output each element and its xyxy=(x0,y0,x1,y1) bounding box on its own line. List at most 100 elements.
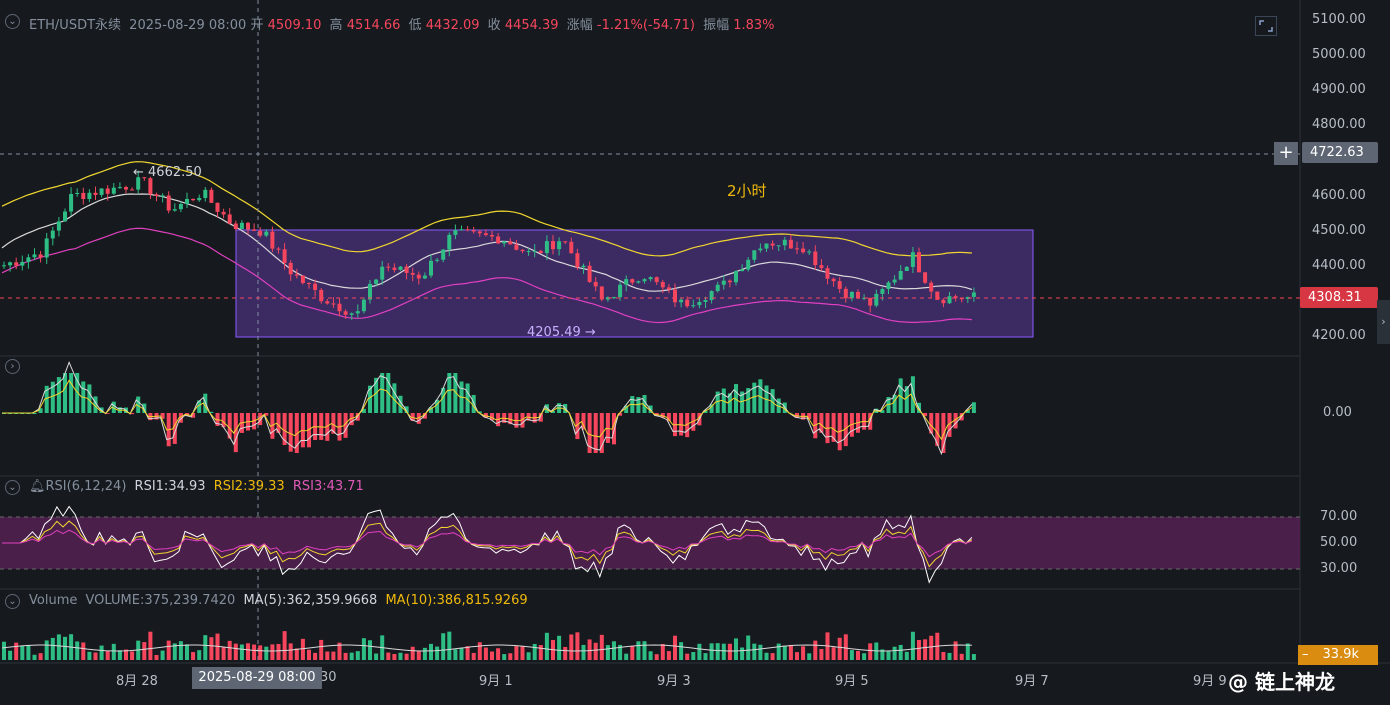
volume-bar xyxy=(355,651,360,660)
volume-bar xyxy=(654,654,659,660)
macd-bar xyxy=(831,413,836,442)
candle-body xyxy=(874,293,879,306)
candle-body xyxy=(551,241,555,250)
volume-legend: Volume VOLUME:375,239.7420 MA(5):362,359… xyxy=(29,593,528,608)
volume-bar xyxy=(422,647,427,660)
volume-bar xyxy=(63,636,67,660)
candle-body xyxy=(782,239,787,246)
volume-bar xyxy=(142,642,147,660)
candle-body xyxy=(154,194,159,197)
volume-bar xyxy=(313,652,318,660)
volume-bar xyxy=(532,643,537,660)
volume-bar xyxy=(752,643,757,660)
candle-body xyxy=(770,243,775,246)
price-tick: 4200.00 xyxy=(1312,328,1366,343)
plus-icon[interactable]: + xyxy=(1274,142,1298,165)
volume-bar xyxy=(343,652,348,660)
candle-body xyxy=(624,279,629,285)
volume-bar xyxy=(105,650,110,660)
volume-bar xyxy=(117,650,122,660)
volume-bar xyxy=(599,634,604,660)
candle-body xyxy=(679,299,684,303)
candle-body xyxy=(26,257,31,262)
change-label: 涨幅 xyxy=(566,18,593,33)
candle-body xyxy=(288,262,293,275)
candle-body xyxy=(404,266,409,273)
candle-body xyxy=(191,198,196,201)
volume-bar xyxy=(831,647,836,660)
chevron-down-icon[interactable]: ⌄ xyxy=(5,594,20,609)
candle-body xyxy=(172,209,177,211)
candle-body xyxy=(160,195,165,197)
volume-bar xyxy=(624,653,629,660)
volume-bar xyxy=(477,642,482,660)
candle-body xyxy=(87,192,92,200)
chevron-down-icon[interactable]: ⌄ xyxy=(5,14,20,29)
candle-body xyxy=(941,299,946,304)
macd-bar xyxy=(593,413,598,453)
fullscreen-icon[interactable] xyxy=(1255,16,1277,36)
volume-bar xyxy=(252,644,257,660)
volume-bar xyxy=(178,641,183,660)
chevron-right-icon[interactable]: › xyxy=(5,359,20,374)
time-tick: 9月 1 xyxy=(479,674,513,689)
volume-bar xyxy=(410,646,415,660)
bell-icon[interactable]: 🔔︎ xyxy=(29,479,46,494)
candle-body xyxy=(740,269,745,272)
volume-bar xyxy=(636,641,641,660)
high-marker: ← 4662.50 xyxy=(133,165,202,180)
volume-bar xyxy=(843,634,848,660)
volume-bar xyxy=(886,651,891,660)
macd-bar xyxy=(69,373,74,413)
volume-bar xyxy=(685,653,690,660)
volume-bar xyxy=(898,644,903,660)
volume-bar xyxy=(32,654,37,660)
rsi-legend: 🔔︎RSI(6,12,24) RSI1:34.93 RSI2:39.33 RSI… xyxy=(29,479,364,494)
close-label: 收 xyxy=(487,18,501,33)
chart-window[interactable]: ⌄ ETH/USDT永续 2025-08-29 08:00 开 4509.10 … xyxy=(0,0,1390,705)
crosshair-price-tag: 4722.63 xyxy=(1302,142,1378,163)
volume-bar xyxy=(221,647,226,660)
candle-body xyxy=(544,241,549,254)
volume-bar xyxy=(270,644,275,660)
candle-body xyxy=(709,291,714,301)
candle-body xyxy=(795,248,799,250)
chevron-right-icon[interactable]: › xyxy=(1377,300,1390,344)
volume-bar xyxy=(862,653,867,660)
candle-body xyxy=(648,277,653,280)
candle-body xyxy=(203,189,208,198)
volume-bar xyxy=(319,639,324,660)
volume-bar xyxy=(813,640,818,660)
volume-bar xyxy=(404,653,409,660)
candle-body xyxy=(477,231,482,234)
volume-bar xyxy=(758,644,763,660)
volume-bar xyxy=(856,650,860,660)
volume-bar xyxy=(721,643,726,660)
volume-bar xyxy=(239,644,244,660)
candle-body xyxy=(929,282,934,292)
volume-bar xyxy=(557,635,562,660)
volume-bar xyxy=(416,650,421,660)
volume-bar xyxy=(386,652,391,660)
macd-bar xyxy=(599,413,604,453)
candle-body xyxy=(75,192,80,195)
volume-bar xyxy=(429,643,433,660)
crosshair-time-tag: 2025-08-29 08:00 xyxy=(192,667,322,689)
candle-body xyxy=(569,241,574,254)
candle-body xyxy=(282,249,287,263)
candle-body xyxy=(227,214,232,224)
rsi-tick: 50.00 xyxy=(1320,535,1358,550)
candle-body xyxy=(435,259,440,261)
time-tick: 9月 9 xyxy=(1193,674,1227,689)
volume-bar xyxy=(892,646,897,660)
chevron-down-icon[interactable]: ⌄ xyxy=(5,480,20,495)
volume-bar xyxy=(581,644,586,660)
candle-body xyxy=(538,250,543,254)
candle-body xyxy=(636,281,641,283)
volume-bar xyxy=(538,645,543,660)
candle-body xyxy=(105,188,110,194)
volume-bar xyxy=(374,653,379,660)
candle-body xyxy=(520,249,525,252)
volume-bar xyxy=(459,647,464,660)
candle-body xyxy=(868,297,873,306)
